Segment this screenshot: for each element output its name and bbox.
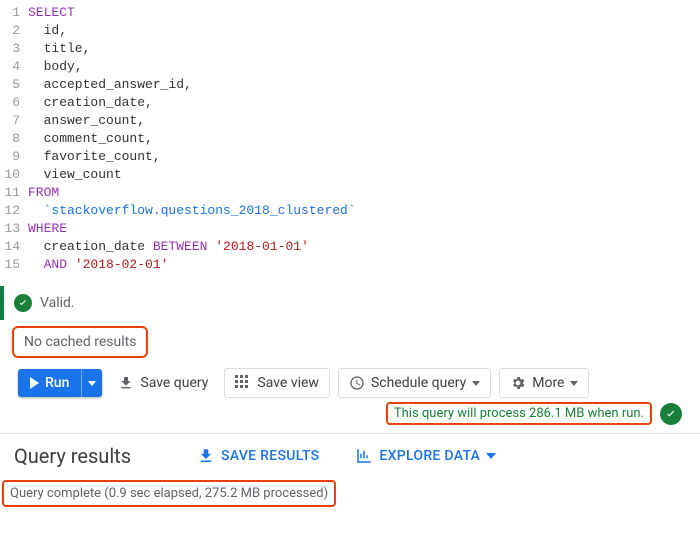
check-icon bbox=[14, 294, 32, 312]
schedule-label: Schedule query bbox=[371, 375, 466, 391]
cache-notice: No cached results bbox=[12, 326, 148, 358]
caret-down-icon bbox=[486, 453, 496, 459]
play-icon bbox=[30, 377, 39, 389]
caret-down-icon bbox=[570, 381, 578, 386]
save-view-label: Save view bbox=[257, 375, 319, 391]
grid-icon bbox=[235, 375, 251, 391]
run-label: Run bbox=[45, 375, 69, 391]
more-button[interactable]: More bbox=[499, 368, 589, 398]
results-title: Query results bbox=[14, 444, 131, 468]
download-icon bbox=[118, 375, 134, 391]
code-area[interactable]: SELECT id, title, body, accepted_answer_… bbox=[28, 4, 356, 274]
sql-editor[interactable]: 123456789101112131415 SELECT id, title, … bbox=[0, 0, 700, 282]
save-results-button[interactable]: SAVE RESULTS bbox=[197, 447, 319, 465]
download-icon bbox=[197, 447, 215, 465]
caret-down-icon bbox=[88, 381, 96, 386]
validation-row: Valid. bbox=[0, 286, 700, 320]
save-query-button[interactable]: Save query bbox=[110, 369, 216, 397]
save-query-label: Save query bbox=[140, 375, 208, 391]
chart-icon bbox=[355, 447, 373, 465]
more-label: More bbox=[532, 375, 564, 391]
save-view-button[interactable]: Save view bbox=[224, 368, 330, 398]
explore-data-label: EXPLORE DATA bbox=[379, 448, 480, 464]
run-button[interactable]: Run bbox=[18, 369, 102, 397]
results-header: Query results SAVE RESULTS EXPLORE DATA bbox=[0, 434, 700, 472]
toolbar: Run Save query Save view Schedule query … bbox=[0, 362, 700, 400]
check-icon bbox=[660, 403, 682, 425]
line-gutter: 123456789101112131415 bbox=[0, 4, 28, 274]
schedule-query-button[interactable]: Schedule query bbox=[338, 368, 491, 398]
process-row: This query will process 286.1 MB when ru… bbox=[0, 400, 700, 433]
process-estimate: This query will process 286.1 MB when ru… bbox=[386, 402, 652, 425]
clock-icon bbox=[349, 375, 365, 391]
query-complete: Query complete (0.9 sec elapsed, 275.2 M… bbox=[2, 480, 336, 507]
gear-icon bbox=[510, 375, 526, 391]
validation-label: Valid. bbox=[40, 295, 75, 311]
caret-down-icon bbox=[472, 381, 480, 386]
save-results-label: SAVE RESULTS bbox=[221, 448, 319, 464]
explore-data-button[interactable]: EXPLORE DATA bbox=[355, 447, 496, 465]
run-dropdown[interactable] bbox=[81, 369, 102, 397]
